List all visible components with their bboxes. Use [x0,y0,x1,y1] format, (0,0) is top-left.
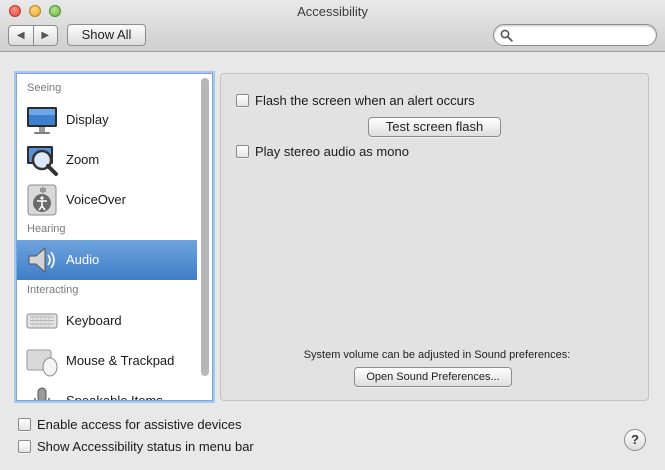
assistive-devices-checkbox[interactable] [18,418,31,431]
back-button[interactable]: ◀ [9,26,33,45]
test-screen-flash-button[interactable]: Test screen flash [368,117,501,137]
flash-screen-label: Flash the screen when an alert occurs [255,93,475,108]
category-list[interactable]: Seeing Display Zoom VoiceOver Hearing Au… [16,73,213,401]
sidebar-item-keyboard[interactable]: Keyboard [17,301,197,341]
sidebar-item-label: Zoom [66,152,100,167]
sidebar-item-label: Mouse & Trackpad [66,353,175,368]
audio-settings-pane: Flash the screen when an alert occurs Te… [220,73,649,401]
menu-bar-status-option[interactable]: Show Accessibility status in menu bar [18,439,254,454]
title-bar: Accessibility ◀ ▶ Show All [0,0,665,52]
menu-bar-status-label: Show Accessibility status in menu bar [37,439,254,454]
assistive-devices-option[interactable]: Enable access for assistive devices [18,417,241,432]
forward-arrow-icon: ▶ [41,30,50,41]
voiceover-icon [27,184,57,216]
sidebar-scrollbar[interactable] [201,78,210,396]
sidebar-item-label: Speakable Items [66,393,163,401]
show-all-button[interactable]: Show All [67,24,146,46]
open-sound-preferences-button[interactable]: Open Sound Preferences... [354,367,512,387]
window-title: Accessibility [297,4,368,19]
flash-screen-option[interactable]: Flash the screen when an alert occurs [236,93,475,108]
sidebar-item-mouse-trackpad[interactable]: Mouse & Trackpad [17,341,197,381]
section-header-interacting: Interacting [27,284,79,296]
search-icon [500,29,513,42]
section-header-hearing: Hearing [27,223,66,235]
help-icon: ? [631,432,639,447]
back-arrow-icon: ◀ [16,30,25,41]
help-button[interactable]: ? [624,429,646,451]
mono-audio-checkbox[interactable] [236,145,249,158]
flash-screen-checkbox[interactable] [236,94,249,107]
sidebar-item-label: Keyboard [66,313,122,328]
sidebar-scrollbar-thumb[interactable] [201,78,209,376]
sidebar-item-display[interactable]: Display [17,100,197,140]
sound-preferences-note: System volume can be adjusted in Sound p… [303,349,571,361]
sidebar-item-label: VoiceOver [66,192,126,207]
search-input[interactable] [516,27,650,43]
sidebar-item-audio[interactable]: Audio [17,240,197,280]
speaker-icon [28,246,55,274]
search-field[interactable] [493,24,657,46]
mouse-trackpad-icon [26,349,58,377]
back-forward-group: ◀ ▶ [8,25,58,46]
forward-button[interactable]: ▶ [32,26,58,45]
display-icon [27,107,57,134]
sidebar-item-label: Audio [66,252,100,267]
menu-bar-status-checkbox[interactable] [18,440,31,453]
sidebar-item-voiceover[interactable]: VoiceOver [17,180,197,220]
sidebar-item-speakable-items[interactable]: Speakable Items [17,381,197,401]
mono-audio-label: Play stereo audio as mono [255,144,409,159]
keyboard-icon [26,313,58,329]
sidebar-item-zoom[interactable]: Zoom [17,140,197,180]
zoom-icon [27,146,58,176]
mono-audio-option[interactable]: Play stereo audio as mono [236,144,409,159]
section-header-seeing: Seeing [27,82,62,94]
assistive-devices-label: Enable access for assistive devices [37,417,242,432]
sidebar-item-label: Display [66,112,109,127]
speakable-items-icon [34,387,50,400]
